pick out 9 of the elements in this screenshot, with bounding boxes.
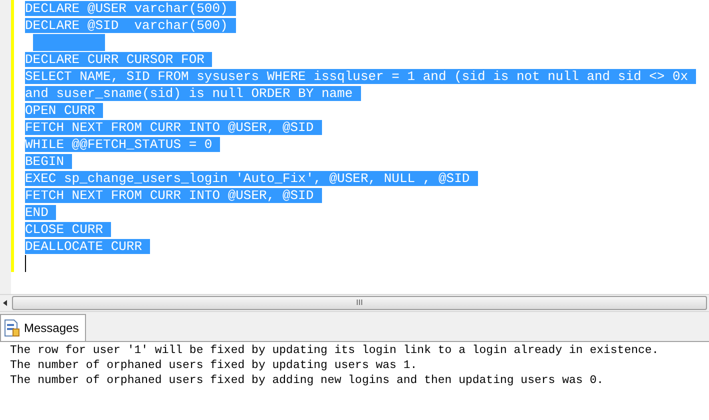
- message-line: The number of orphaned users fixed by adding new logins and then updating users was 0.: [10, 373, 604, 388]
- message-line: The row for user '1' will be fixed by updating its login link to a login already in existence.: [10, 343, 659, 358]
- messages-tab[interactable]: Messages: [0, 314, 86, 341]
- scrollbar-thumb[interactable]: III: [12, 296, 707, 310]
- message-line: The number of orphaned users fixed by updating users was 1.: [10, 358, 418, 373]
- scrollbar-grip: III: [356, 299, 363, 307]
- text-cursor: [25, 255, 26, 272]
- document-icon: [4, 319, 20, 337]
- selection-highlight: [33, 34, 105, 51]
